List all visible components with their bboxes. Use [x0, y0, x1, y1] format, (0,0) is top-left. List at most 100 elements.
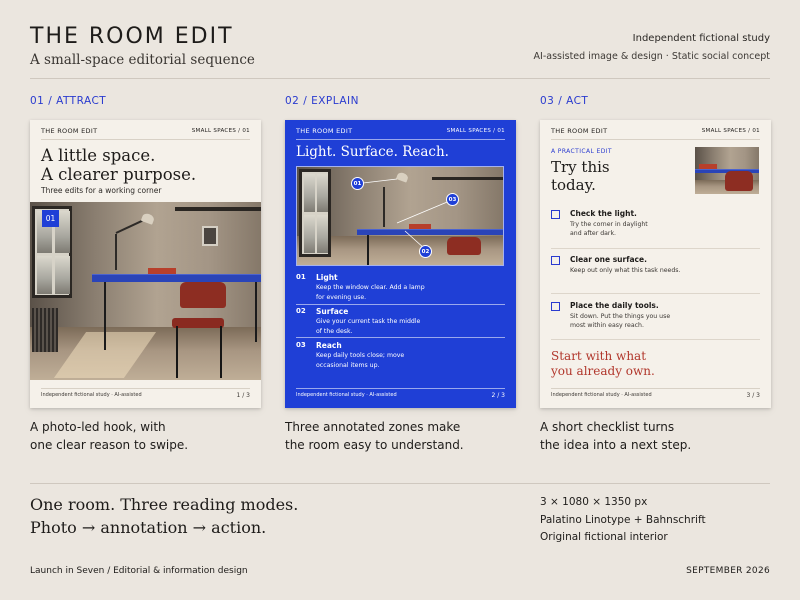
pin-light[interactable]: 01 [351, 177, 364, 190]
picture-frame [202, 226, 218, 246]
card-header: THE ROOM EDIT SMALL SPACES / 01 [551, 127, 760, 135]
card-footer-divider [551, 388, 760, 389]
caption-act: A short checklist turns the idea into a … [540, 418, 691, 454]
checklist-item-tools[interactable]: Place the daily tools. Sit down. Put the… [551, 301, 760, 330]
spec-list: 3 × 1080 × 1350 px Palatino Linotype + B… [540, 494, 706, 547]
card-footer: Independent fictional study · AI-assiste… [551, 392, 760, 399]
item-title: Light [316, 273, 338, 282]
footer-note: Independent fictional study · AI-assiste… [41, 392, 142, 398]
card-brand: THE ROOM EDIT [551, 127, 608, 135]
check-title: Check the light. [570, 209, 637, 218]
card-divider [41, 139, 250, 140]
card-headline: Light. Surface. Reach. [296, 144, 449, 160]
caption-line: the room easy to understand. [285, 438, 464, 452]
check-title: Place the daily tools. [570, 301, 659, 310]
item-divider [551, 293, 760, 294]
spec-interior: Original fictional interior [540, 531, 668, 543]
room-photo: 01 [30, 202, 261, 380]
item-desc: for evening use. [316, 294, 367, 301]
closing-text: you already own. [551, 364, 655, 378]
checklist-item-light[interactable]: Check the light. Try the corner in dayli… [551, 209, 760, 238]
card-footer: Independent fictional study · AI-assiste… [296, 392, 505, 399]
section-label-act: 03 / ACT [540, 95, 589, 107]
item-number: 03 [296, 341, 306, 349]
page-title: THE ROOM EDIT [30, 24, 234, 49]
checklist-item-surface[interactable]: Clear one surface. Keep out only what th… [551, 255, 760, 275]
summary-statement: One room. Three reading modes. Photo → a… [30, 493, 298, 539]
summary-line: One room. Three reading modes. [30, 495, 299, 514]
caption-line: A short checklist turns [540, 420, 675, 434]
check-desc: and after dark. [570, 230, 617, 237]
item-title: Surface [316, 307, 349, 316]
card-brand: THE ROOM EDIT [41, 127, 98, 135]
page-indicator: 2 / 3 [491, 392, 505, 399]
slide-card-explain[interactable]: THE ROOM EDIT SMALL SPACES / 01 Light. S… [285, 120, 516, 408]
checkbox[interactable] [551, 302, 560, 311]
card-headline: A little space. A clearer purpose. [41, 146, 196, 184]
card-footer: Independent fictional study · AI-assiste… [41, 392, 250, 399]
headline-line: Try this [551, 158, 610, 176]
checkbox[interactable] [551, 210, 560, 219]
card-subhead: Three edits for a working corner [41, 186, 162, 195]
card-kicker: A PRACTICAL EDIT [551, 148, 612, 155]
item-divider [296, 337, 505, 338]
card-headline: Try this today. [551, 158, 610, 194]
item-title: Reach [316, 341, 342, 350]
item-divider [551, 339, 760, 340]
card-footer-divider [296, 388, 505, 389]
books [699, 164, 717, 169]
footer-note: Independent fictional study · AI-assiste… [296, 392, 397, 398]
item-desc: occasional items up. [316, 362, 380, 369]
room-thumbnail [695, 147, 759, 194]
item-divider [296, 304, 505, 305]
footer-credit: Launch in Seven / Editorial & informatio… [30, 566, 248, 576]
item-desc: Keep the window clear. Add a lamp [316, 284, 425, 291]
explain-item-reach: 03 Reach Keep daily tools close; move oc… [296, 341, 505, 370]
headline-line: today. [551, 176, 596, 194]
check-title: Clear one surface. [570, 255, 647, 264]
explain-item-light: 01 Light Keep the window clear. Add a la… [296, 273, 505, 302]
footer-date: SEPTEMBER 2026 [686, 566, 770, 576]
checkbox[interactable] [551, 256, 560, 265]
caption-attract: A photo-led hook, with one clear reason … [30, 418, 188, 454]
section-label-explain: 02 / EXPLAIN [285, 95, 359, 107]
item-number: 02 [296, 307, 306, 315]
explain-item-surface: 02 Surface Give your current task the mi… [296, 307, 505, 336]
radiator [32, 308, 58, 352]
slide-card-act[interactable]: THE ROOM EDIT SMALL SPACES / 01 A PRACTI… [540, 120, 771, 408]
page-indicator: 1 / 3 [236, 392, 250, 399]
card-divider [551, 139, 760, 140]
annotation-lines [362, 178, 453, 250]
item-desc: of the desk. [316, 328, 353, 335]
books [148, 268, 176, 274]
red-chair [180, 282, 226, 308]
card-footer-divider [41, 388, 250, 389]
check-desc: most within easy reach. [570, 322, 644, 329]
section-label-attract: 01 / ATTRACT [30, 95, 107, 107]
caption-line: the idea into a next step. [540, 438, 692, 452]
summary-line: Photo → annotation → action. [30, 518, 267, 537]
card-brand: THE ROOM EDIT [296, 127, 353, 135]
page-indicator: 3 / 3 [746, 392, 760, 399]
item-desc: Give your current task the middle [316, 318, 421, 325]
red-chair [725, 171, 753, 191]
card-series: SMALL SPACES / 01 [446, 128, 505, 134]
check-desc: Try the corner in daylight [570, 221, 648, 228]
pin-reach[interactable]: 03 [446, 193, 459, 206]
closing-line: Start with what you already own. [551, 349, 655, 379]
item-divider [551, 248, 760, 249]
check-desc: Keep out only what this task needs. [570, 267, 681, 274]
pin-surface[interactable]: 02 [419, 245, 432, 258]
card-header: THE ROOM EDIT SMALL SPACES / 01 [296, 127, 505, 135]
header-divider [30, 78, 770, 79]
blue-desk [92, 274, 261, 282]
caption-line: one clear reason to swipe. [30, 438, 189, 452]
item-number: 01 [296, 273, 306, 281]
caption-line: Three annotated zones make [285, 420, 461, 434]
meta-credits: AI-assisted image & design · Static soci… [533, 51, 770, 62]
card-header: THE ROOM EDIT SMALL SPACES / 01 [41, 127, 250, 135]
slide-card-attract[interactable]: THE ROOM EDIT SMALL SPACES / 01 A little… [30, 120, 261, 408]
annotated-photo: 01 03 02 [296, 166, 504, 266]
headline-line: A little space. [41, 146, 156, 165]
card-series: SMALL SPACES / 01 [191, 128, 250, 134]
